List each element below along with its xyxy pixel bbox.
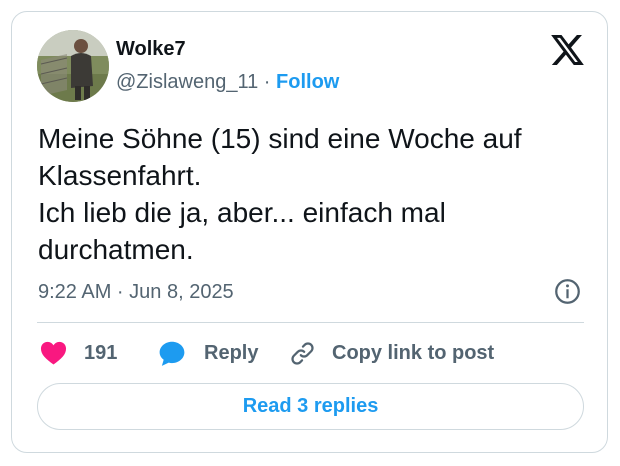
info-icon[interactable] — [554, 278, 581, 305]
like-count: 191 — [84, 341, 118, 364]
tweet-card: Wolke7 @Zislaweng_11 · Follow Meine Söhn… — [11, 11, 608, 453]
reply-button[interactable]: Reply — [158, 338, 258, 368]
tweet-line: Klassenfahrt. — [38, 160, 202, 191]
tweet-line: Ich lieb die ja, aber... einfach mal — [38, 197, 446, 228]
speech-bubble-icon — [159, 341, 185, 366]
follow-button[interactable]: Follow — [276, 71, 339, 93]
avatar[interactable] — [37, 30, 109, 102]
link-icon — [291, 341, 314, 365]
tweet-text: Meine Söhne (15) sind eine Woche auf Kla… — [38, 120, 583, 268]
separator-dot: · — [263, 71, 271, 93]
copy-link-button[interactable]: Copy link to post — [289, 338, 494, 368]
copy-link-label: Copy link to post — [332, 341, 495, 364]
read-replies-button[interactable]: Read 3 replies — [37, 383, 584, 430]
avatar-photo — [37, 30, 109, 102]
timestamp[interactable]: 9:22 AM · Jun 8, 2025 — [38, 281, 234, 304]
reply-label: Reply — [204, 341, 259, 364]
heart-icon — [40, 341, 67, 365]
handle-row: @Zislaweng_11 · Follow — [116, 71, 339, 94]
tweet-line: durchatmen. — [38, 234, 194, 265]
like-button[interactable]: 191 — [40, 338, 117, 368]
x-logo-icon[interactable] — [551, 35, 584, 65]
handle[interactable]: @Zislaweng_11 — [116, 71, 258, 93]
display-name[interactable]: Wolke7 — [116, 38, 186, 61]
divider — [37, 322, 584, 323]
tweet-line: Meine Söhne (15) sind eine Woche auf — [38, 123, 522, 154]
